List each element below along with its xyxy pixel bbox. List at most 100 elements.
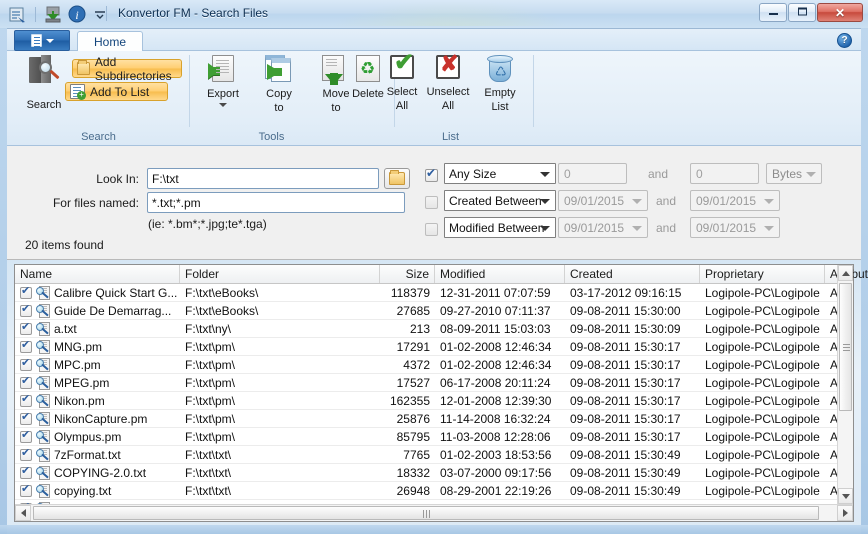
save-icon[interactable] <box>43 4 63 24</box>
size-unit-combo[interactable]: Bytes <box>766 163 822 184</box>
table-row[interactable]: NikonCapture.pm F:\txt\pm\ 25876 11-14-2008… <box>15 410 839 428</box>
column-header-modified[interactable]: Modified <box>435 265 565 283</box>
cell-created: 09-08-2011 15:30:49 <box>570 448 681 462</box>
size-from-value: 0 <box>564 166 571 181</box>
cell-folder: F:\txt\pm\ <box>185 358 236 372</box>
cell-proprietary: Logipole-PC\Logipole <box>705 484 820 498</box>
scroll-left-button[interactable] <box>15 505 31 521</box>
customize-qat-caret-icon[interactable] <box>91 4 111 24</box>
created-to-date[interactable]: 09/01/2015 <box>690 190 780 211</box>
row-checkbox[interactable] <box>20 356 32 371</box>
row-checkbox[interactable] <box>20 374 32 389</box>
scroll-up-button[interactable] <box>838 265 853 281</box>
row-checkbox[interactable] <box>20 464 32 479</box>
cell-created: 09-08-2011 15:30:17 <box>570 430 681 444</box>
export-label: Export <box>207 88 239 100</box>
column-header-created[interactable]: Created <box>565 265 700 283</box>
file-menu-button[interactable] <box>14 30 70 51</box>
size-mode-combo[interactable]: Any Size <box>444 163 556 184</box>
cell-proprietary: Logipole-PC\Logipole <box>705 358 820 372</box>
row-checkbox[interactable] <box>20 338 32 353</box>
modified-from-value: 09/01/2015 <box>564 220 625 235</box>
created-between-checkbox[interactable] <box>425 196 438 209</box>
browse-folder-button[interactable] <box>384 168 410 189</box>
any-size-checkbox[interactable] <box>425 166 438 182</box>
unselect-all-button[interactable]: ✘ Unselect All <box>419 52 477 125</box>
cell-folder: F:\txt\ny\ <box>185 322 232 336</box>
cell-created: 09-08-2011 15:30:49 <box>570 466 681 480</box>
cell-size: 162355 <box>389 394 430 408</box>
column-header-folder[interactable]: Folder <box>180 265 380 283</box>
modified-to-date[interactable]: 09/01/2015 <box>690 217 780 238</box>
maximize-button[interactable] <box>788 3 816 22</box>
column-header-proprietary[interactable]: Proprietary <box>700 265 825 283</box>
help-label: ? <box>841 35 848 46</box>
close-button[interactable]: ✕ <box>817 3 863 22</box>
modified-and-label: and <box>656 221 677 235</box>
cell-size: 7765 <box>403 448 430 462</box>
horizontal-scrollbar-thumb[interactable] <box>33 506 819 520</box>
vertical-scrollbar[interactable] <box>837 265 853 504</box>
row-checkbox[interactable] <box>20 284 32 299</box>
created-from-date[interactable]: 09/01/2015 <box>558 190 648 211</box>
table-row[interactable]: Guide De Demarrag... F:\txt\eBooks\ 27685 0… <box>15 302 839 320</box>
cell-proprietary: Logipole-PC\Logipole <box>705 430 820 444</box>
scroll-down-button[interactable] <box>838 488 853 504</box>
created-mode-combo[interactable]: Created Between <box>444 190 556 211</box>
scroll-right-button[interactable] <box>837 505 853 521</box>
files-named-input[interactable] <box>147 192 405 213</box>
row-checkbox[interactable] <box>20 392 32 407</box>
pattern-hint: (ie: *.bm*;*.jpg;te*.tga) <box>148 217 267 231</box>
row-checkbox[interactable] <box>20 482 32 497</box>
add-to-list-button[interactable]: + Add To List <box>65 82 168 101</box>
window-edge-bottom <box>0 525 868 534</box>
modified-mode-combo[interactable]: Modified Between <box>444 217 556 238</box>
vertical-scrollbar-thumb[interactable] <box>839 283 852 411</box>
table-row[interactable]: COPYING-2.0.txt F:\txt\txt\ 18332 03-07-200… <box>15 464 839 482</box>
table-body: Calibre Quick Start G... F:\txt\eBooks\ 11… <box>15 284 839 504</box>
table-row[interactable]: Calibre Quick Start G... F:\txt\eBooks\ 11… <box>15 284 839 302</box>
table-row[interactable]: a.txt F:\txt\ny\ 213 08-09-2011 15:03:03 09-… <box>15 320 839 338</box>
info-icon[interactable]: i <box>67 4 87 24</box>
look-in-input[interactable] <box>147 168 379 189</box>
row-checkbox[interactable] <box>20 410 32 425</box>
row-checkbox[interactable] <box>20 320 32 335</box>
modified-between-checkbox[interactable] <box>425 223 438 236</box>
export-button[interactable]: Export <box>194 55 252 125</box>
row-checkbox[interactable] <box>20 428 32 443</box>
add-subdirectories-button[interactable]: Add Subdirectories <box>72 55 182 83</box>
copy-to-button[interactable]: Copy to <box>250 55 308 125</box>
table-row[interactable]: copying.txt F:\txt\txt\ 26948 08-29-2001 22… <box>15 482 839 500</box>
copy-to-icon <box>265 55 293 83</box>
chevron-down-icon <box>540 199 550 204</box>
ribbon-group-list-label: List <box>441 131 460 143</box>
cell-proprietary: Logipole-PC\Logipole <box>705 286 820 300</box>
table-row[interactable]: Nikon.pm F:\txt\pm\ 162355 12-01-2008 12:39… <box>15 392 839 410</box>
minimize-button[interactable] <box>759 3 787 22</box>
tab-home[interactable]: Home <box>77 31 144 51</box>
horizontal-scrollbar[interactable] <box>15 504 853 521</box>
size-to-input[interactable]: 0 <box>690 163 759 184</box>
table-row[interactable]: Olympus.pm F:\txt\pm\ 85795 11-03-2008 12:2… <box>15 428 839 446</box>
table-row[interactable]: MNG.pm F:\txt\pm\ 17291 01-02-2008 12:46:34… <box>15 338 839 356</box>
cell-folder: F:\txt\pm\ <box>185 430 236 444</box>
row-checkbox[interactable] <box>20 302 32 317</box>
chevron-down-icon[interactable] <box>219 103 227 107</box>
size-from-input[interactable]: 0 <box>558 163 627 184</box>
modified-from-date[interactable]: 09/01/2015 <box>558 217 648 238</box>
file-menu-icon <box>30 34 42 47</box>
app-icon[interactable] <box>8 4 28 24</box>
row-checkbox[interactable] <box>20 446 32 461</box>
column-header-size[interactable]: Size <box>380 265 435 283</box>
cell-modified: 06-17-2008 20:11:24 <box>440 376 551 390</box>
table-row[interactable]: MPC.pm F:\txt\pm\ 4372 01-02-2008 12:46:34 0… <box>15 356 839 374</box>
table-row[interactable]: MPEG.pm F:\txt\pm\ 17527 06-17-2008 20:11:2… <box>15 374 839 392</box>
close-icon: ✕ <box>834 5 846 20</box>
chevron-down-icon <box>764 199 774 204</box>
help-icon[interactable]: ? <box>837 33 852 48</box>
table-row[interactable]: 7zFormat.txt F:\txt\txt\ 7765 01-02-2003 18… <box>15 446 839 464</box>
export-icon <box>208 55 234 82</box>
tab-home-label: Home <box>94 34 127 49</box>
column-header-name[interactable]: Name <box>15 265 180 283</box>
empty-list-button[interactable]: ♺ Empty List <box>471 55 529 125</box>
